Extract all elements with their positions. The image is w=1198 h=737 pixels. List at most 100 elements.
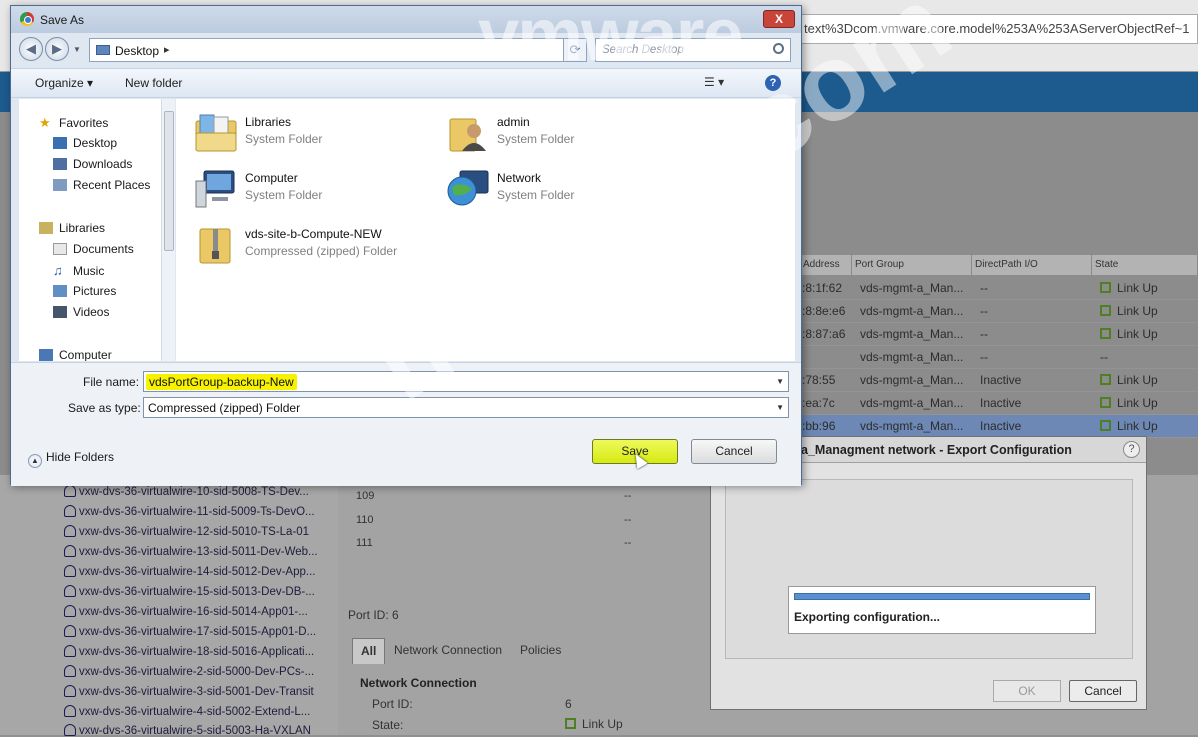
ports-table: Address Port Group DirectPath I/O State … xyxy=(800,255,1198,438)
directpath-cell: -- xyxy=(980,281,988,295)
file-item-libraries[interactable]: Libraries System Folder xyxy=(194,109,434,157)
user-folder-icon xyxy=(449,118,486,152)
chevron-down-icon[interactable]: ▼ xyxy=(776,403,784,412)
chevron-down-icon[interactable]: ▼ xyxy=(776,377,784,386)
tree-item[interactable]: vxw-dvs-36-virtualwire-12-sid-5010-TS-La… xyxy=(64,525,309,538)
tree-item-label: vxw-dvs-36-virtualwire-15-sid-5013-Dev-D… xyxy=(79,586,315,598)
tree-item[interactable]: vxw-dvs-36-virtualwire-17-sid-5015-App01… xyxy=(64,625,316,638)
cancel-button[interactable]: Cancel xyxy=(691,439,777,464)
tree-item[interactable]: vxw-dvs-36-virtualwire-11-sid-5009-Ts-De… xyxy=(64,505,315,518)
export-status-text: Exporting configuration... xyxy=(794,610,940,624)
tree-item[interactable]: vxw-dvs-36-virtualwire-16-sid-5014-App01… xyxy=(64,605,308,618)
tree-item[interactable]: vxw-dvs-36-virtualwire-3-sid-5001-Dev-Tr… xyxy=(64,685,314,698)
port-group-cell: vds-mgmt-a_Man... xyxy=(860,373,964,387)
nav-item-downloads[interactable]: Downloads xyxy=(53,157,132,171)
tree-item[interactable]: vxw-dvs-36-virtualwire-4-sid-5002-Extend… xyxy=(64,705,310,718)
chevron-down-icon[interactable]: ▼ xyxy=(73,45,81,54)
port-value: -- xyxy=(624,537,632,549)
hide-folders-button[interactable]: ▲ Hide Folders xyxy=(28,450,114,468)
table-row[interactable]: :ea:7c vds-mgmt-a_Man... Inactive Link U… xyxy=(800,392,1198,415)
nav-label: Pictures xyxy=(73,284,117,298)
tree-item[interactable]: vxw-dvs-36-virtualwire-18-sid-5016-Appli… xyxy=(64,645,314,658)
column-header-address[interactable]: Address xyxy=(800,255,852,275)
table-row[interactable]: :8:1f:62 vds-mgmt-a_Man... -- Link Up xyxy=(800,277,1198,300)
forward-button[interactable]: ▶ xyxy=(45,37,69,61)
portgroup-icon xyxy=(64,724,76,736)
column-header-directpath[interactable]: DirectPath I/O xyxy=(972,255,1092,275)
star-icon: ★ xyxy=(39,115,51,130)
file-name: admin xyxy=(497,115,530,129)
nav-item-pictures[interactable]: Pictures xyxy=(53,284,116,298)
portgroup-icon xyxy=(64,545,76,557)
state-text: Link Up xyxy=(1117,419,1158,433)
progress-bar xyxy=(794,593,1090,600)
table-row-selected[interactable]: :bb:96 vds-mgmt-a_Man... Inactive Link U… xyxy=(800,415,1198,438)
breadcrumb-desktop[interactable]: Desktop xyxy=(115,44,159,58)
port-group-cell: vds-mgmt-a_Man... xyxy=(860,304,964,318)
help-icon[interactable]: ? xyxy=(1123,441,1140,458)
tab-all[interactable]: All xyxy=(352,638,386,664)
directpath-cell: Inactive xyxy=(980,396,1022,410)
directpath-cell: -- xyxy=(980,327,988,341)
tree-item[interactable]: vxw-dvs-36-virtualwire-13-sid-5011-Dev-W… xyxy=(64,545,318,558)
state-value-text: Link Up xyxy=(582,717,623,731)
libraries-icon xyxy=(39,222,53,234)
save-as-type-select[interactable]: Compressed (zipped) Folder ▼ xyxy=(143,397,789,418)
nav-item-desktop[interactable]: Desktop xyxy=(53,136,117,150)
tree-item[interactable]: vxw-dvs-36-virtualwire-5-sid-5003-Ha-VXL… xyxy=(64,724,311,737)
nav-item-favorites[interactable]: ★ Favorites xyxy=(39,115,108,130)
portgroup-icon xyxy=(64,665,76,677)
portgroup-icon xyxy=(64,525,76,537)
nav-item-computer[interactable]: Computer xyxy=(39,348,112,361)
new-folder-button[interactable]: New folder xyxy=(125,76,182,90)
tree-item-label: vxw-dvs-36-virtualwire-11-sid-5009-Ts-De… xyxy=(79,506,315,518)
file-name-value: vdsPortGroup-backup-New xyxy=(146,374,297,390)
nav-item-recent-places[interactable]: Recent Places xyxy=(53,178,150,192)
cancel-button[interactable]: Cancel xyxy=(1069,680,1137,702)
nav-item-music[interactable]: ♫ Music xyxy=(53,263,104,278)
tree-item[interactable]: vxw-dvs-36-virtualwire-2-sid-5000-Dev-PC… xyxy=(64,665,314,678)
tree-item[interactable]: vxw-dvs-36-virtualwire-14-sid-5012-Dev-A… xyxy=(64,565,315,578)
navigation-scrollbar[interactable] xyxy=(161,99,175,361)
link-up-icon xyxy=(1100,305,1111,316)
file-item-computer[interactable]: Computer System Folder xyxy=(194,165,434,213)
nav-item-videos[interactable]: Videos xyxy=(53,305,109,319)
save-as-type-value: Compressed (zipped) Folder xyxy=(148,401,301,415)
tree-item-label: vxw-dvs-36-virtualwire-17-sid-5015-App01… xyxy=(79,626,317,638)
state-cell: Link Up xyxy=(1100,419,1158,433)
column-header-port-group[interactable]: Port Group xyxy=(852,255,972,275)
nav-label: Desktop xyxy=(73,136,118,150)
table-row[interactable]: vds-mgmt-a_Man... -- -- xyxy=(800,346,1198,369)
link-up-icon xyxy=(1100,328,1111,339)
tree-item-label: vxw-dvs-36-virtualwire-5-sid-5003-Ha-VXL… xyxy=(79,725,311,737)
tree-item-label: vxw-dvs-36-virtualwire-10-sid-5008-TS-De… xyxy=(79,486,309,498)
computer-icon xyxy=(195,170,235,208)
back-button[interactable]: ◀ xyxy=(19,37,43,61)
portgroup-icon xyxy=(64,705,76,717)
table-row[interactable]: :8:8e:e6 vds-mgmt-a_Man... -- Link Up xyxy=(800,300,1198,323)
port-group-cell: vds-mgmt-a_Man... xyxy=(860,419,964,433)
scrollbar-thumb[interactable] xyxy=(164,111,174,251)
downloads-icon xyxy=(53,158,67,170)
ok-button[interactable]: OK xyxy=(993,680,1061,702)
organize-button[interactable]: Organize ▾ xyxy=(35,76,93,90)
table-row[interactable]: :78:55 vds-mgmt-a_Man... Inactive Link U… xyxy=(800,369,1198,392)
link-up-icon xyxy=(1100,374,1111,385)
tree-item[interactable]: vxw-dvs-36-virtualwire-10-sid-5008-TS-De… xyxy=(64,485,309,498)
tab-network-connection[interactable]: Network Connection xyxy=(386,638,510,664)
close-button[interactable]: X xyxy=(763,10,795,28)
nav-item-documents[interactable]: Documents xyxy=(53,242,134,256)
address-cell: :ea:7c xyxy=(802,396,835,410)
videos-icon xyxy=(53,306,67,318)
port-id-header: Port ID: 6 xyxy=(348,608,399,622)
chevron-right-icon[interactable]: ▸ xyxy=(164,43,170,56)
tab-policies[interactable]: Policies xyxy=(512,638,569,664)
tree-item[interactable]: vxw-dvs-36-virtualwire-15-sid-5013-Dev-D… xyxy=(64,585,315,598)
portgroup-icon xyxy=(64,565,76,577)
nav-item-libraries[interactable]: Libraries xyxy=(39,221,105,235)
port-group-cell: vds-mgmt-a_Man... xyxy=(860,396,964,410)
zip-folder-icon xyxy=(199,228,231,264)
column-header-state[interactable]: State xyxy=(1092,255,1198,275)
table-row[interactable]: :8:87:a6 vds-mgmt-a_Man... -- Link Up xyxy=(800,323,1198,346)
tree-item-label: vxw-dvs-36-virtualwire-12-sid-5010-TS-La… xyxy=(79,526,310,538)
